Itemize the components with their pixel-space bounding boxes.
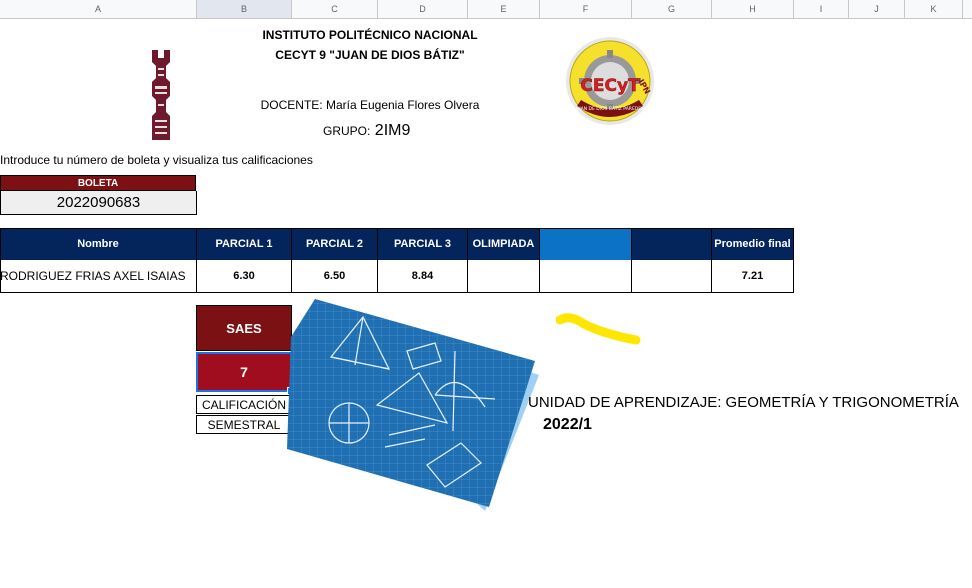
th-nombre: Nombre (0, 228, 197, 260)
column-header-overflow (963, 0, 972, 18)
boleta-input-cell[interactable]: 2022090683 (0, 191, 197, 215)
cecyt-ring-text: JUAN DE DIOS BÁTIZ PAREDES (575, 105, 644, 112)
school-title: CECYT 9 "JUAN DE DIOS BÁTIZ" (275, 48, 465, 62)
column-header-b[interactable]: B (197, 0, 292, 18)
cecyt-letters: CECyT (580, 76, 640, 96)
td-f[interactable] (540, 260, 632, 293)
column-header-h[interactable]: H (712, 0, 794, 18)
column-header-g[interactable]: G (632, 0, 712, 18)
th-parcial-1: PARCIAL 1 (197, 228, 292, 260)
group-line: GRUPO: 2IM9 (323, 122, 410, 140)
yellow-stroke-shape (556, 313, 641, 345)
boleta-header: BOLETA (0, 175, 196, 191)
column-header-f[interactable]: F (540, 0, 632, 18)
instruction-text: Introduce tu número de boleta y visualiz… (0, 153, 313, 167)
saes-grade-cell[interactable]: 7 (196, 352, 292, 392)
geometry-blueprint-image (287, 299, 539, 511)
column-header-j[interactable]: J (849, 0, 905, 18)
column-header-i[interactable]: I (794, 0, 849, 18)
ipn-logo-icon (152, 50, 170, 140)
saes-header: SAES (196, 305, 292, 351)
semestral-label: SEMESTRAL (196, 415, 292, 434)
td-nombre[interactable]: RODRIGUEZ FRIAS AXEL ISAIAS (0, 260, 197, 293)
td-parcial-2[interactable]: 6.50 (292, 260, 378, 293)
th-blank-blue (540, 228, 632, 260)
institute-title: INSTITUTO POLITÉCNICO NACIONAL (262, 28, 478, 42)
column-header-c[interactable]: C (292, 0, 378, 18)
group-label: GRUPO: (323, 124, 371, 138)
column-header-bar: A B C D E F G H I J K (0, 0, 972, 19)
td-parcial-1[interactable]: 6.30 (197, 260, 292, 293)
td-olimpiada[interactable] (468, 260, 540, 293)
th-parcial-3: PARCIAL 3 (378, 228, 468, 260)
column-header-e[interactable]: E (468, 0, 540, 18)
td-parcial-3[interactable]: 8.84 (378, 260, 468, 293)
teacher-label: DOCENTE: María Eugenia Flores Olvera (260, 98, 480, 112)
td-promedio-final[interactable]: 7.21 (712, 260, 794, 293)
th-blank (632, 228, 712, 260)
calificacion-label: CALIFICACIÓN (196, 395, 292, 414)
group-value: 2IM9 (374, 122, 411, 139)
cecyt-logo-icon: JUAN DE DIOS BÁTIZ PAREDES CECyT IPN (566, 37, 654, 125)
period-label: 2022/1 (543, 416, 592, 433)
th-promedio-final: Promedio final (712, 228, 794, 260)
column-header-k[interactable]: K (905, 0, 963, 18)
th-olimpiada: OLIMPIADA (468, 228, 540, 260)
unidad-label: UNIDAD DE APRENDIZAJE: GEOMETRÍA Y TRIGO… (528, 394, 959, 411)
column-header-a[interactable]: A (0, 0, 197, 18)
th-parcial-2: PARCIAL 2 (292, 228, 378, 260)
td-g[interactable] (632, 260, 712, 293)
column-header-d[interactable]: D (378, 0, 468, 18)
